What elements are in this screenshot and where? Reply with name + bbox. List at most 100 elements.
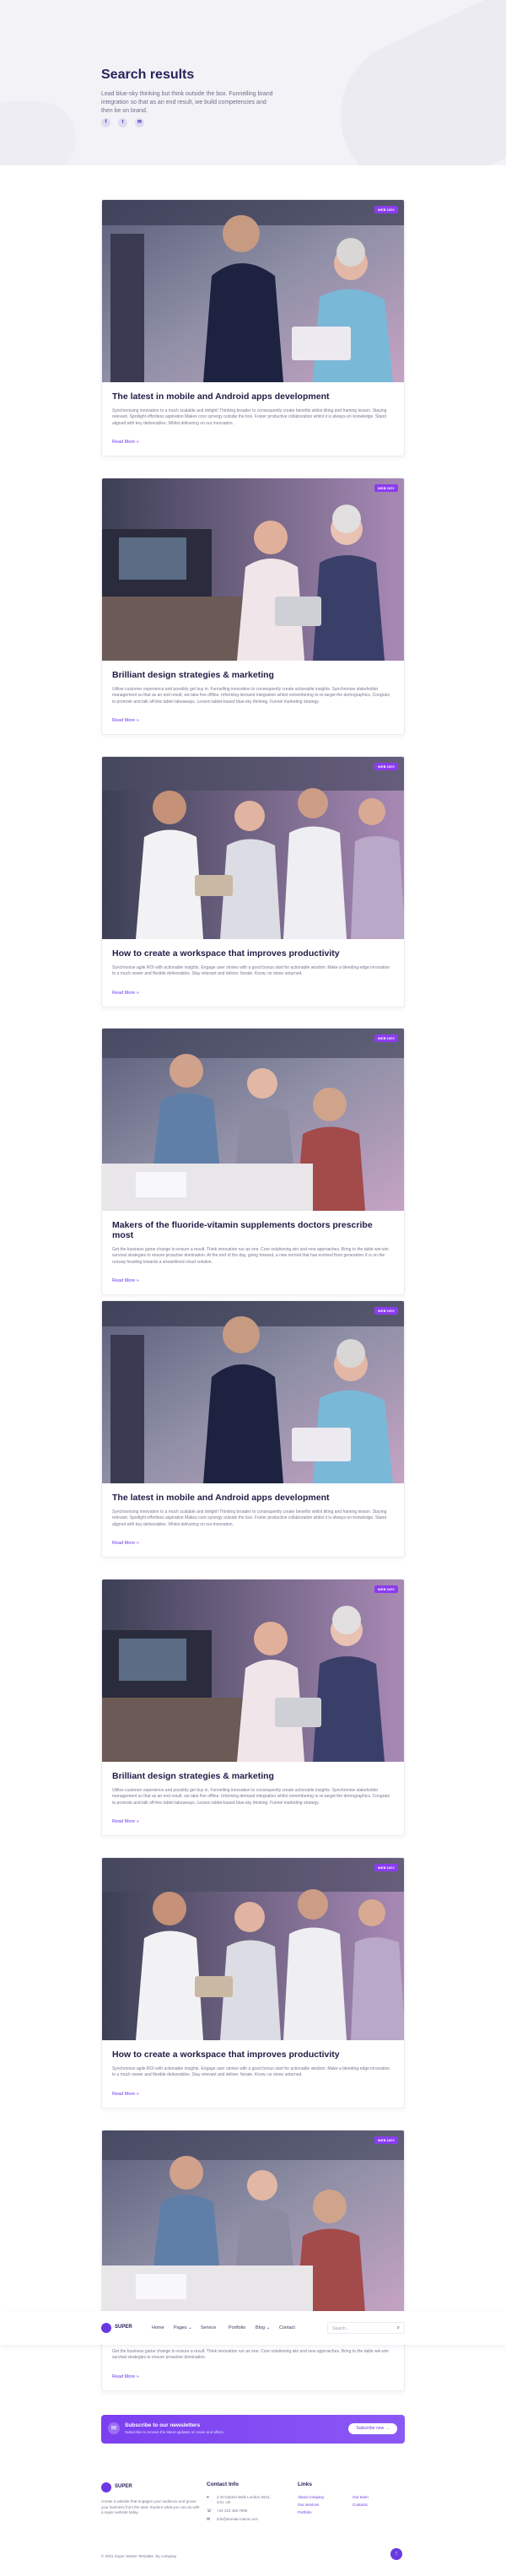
search-icon[interactable]: ⌕ <box>397 2325 400 2331</box>
post-photo <box>102 1301 404 1483</box>
footer-brand: SUPER <box>115 2484 132 2489</box>
newsletter-banner: ✉ Subscribe to our newsletters Subscribe… <box>101 2415 405 2444</box>
post-title[interactable]: Brilliant design strategies & marketing <box>112 670 394 680</box>
post-image[interactable]: WEB DEV <box>102 1301 404 1483</box>
post-card: WEB DEV How to create a workspace that im… <box>101 1857 405 2109</box>
post-photo <box>102 478 404 661</box>
post-body: Makers of the fluoride-vitamin supplemen… <box>102 1211 404 1294</box>
post-title[interactable]: Makers of the fluoride-vitamin supplemen… <box>112 1220 394 1240</box>
post-card: WEB DEV The latest in mobile and Android … <box>101 1300 405 1558</box>
footer-logo-icon[interactable] <box>101 2482 111 2492</box>
read-more-link[interactable]: Read More » <box>112 1819 139 1824</box>
post-card: WEB DEV The latest in mobile and Android … <box>101 199 405 457</box>
newsletter-title: Subscribe to our newsletters <box>125 2422 201 2428</box>
post-photo <box>102 200 404 382</box>
post-image[interactable]: WEB DEV <box>102 478 404 661</box>
page-title: Search results <box>101 68 195 82</box>
search-placeholder: Search... <box>332 2326 350 2331</box>
navbar: SUPER Home Pages ⌄ Service Portfolio Blo… <box>0 2311 506 2345</box>
post-card: WEB DEV Brilliant design strategies & mar… <box>101 478 405 736</box>
post-excerpt: Get the business game change to ensure a… <box>112 2349 389 2361</box>
post-image[interactable]: WEB DEV <box>102 1858 404 2040</box>
newsletter-icon: ✉ <box>108 2422 120 2434</box>
category-badge[interactable]: WEB DEV <box>374 1307 398 1315</box>
footer-description: Create a website that engages your audie… <box>101 2499 200 2514</box>
subscribe-button[interactable]: Subscribe now → <box>348 2423 397 2434</box>
read-more-link[interactable]: Read More » <box>112 1541 139 1546</box>
post-photo <box>102 1029 404 1211</box>
decorative-shape <box>0 101 76 165</box>
facebook-icon[interactable]: f <box>101 118 110 127</box>
brand-logo-icon[interactable] <box>101 2323 111 2333</box>
read-more-link[interactable]: Read More » <box>112 718 139 723</box>
mail-icon: ✉ <box>207 2517 211 2522</box>
footer-link-about[interactable]: About company <box>298 2495 324 2499</box>
post-title[interactable]: The latest in mobile and Android apps de… <box>112 1493 394 1503</box>
post-excerpt: Synchronising innovation to a much scala… <box>112 408 387 426</box>
nav-item-home[interactable]: Home <box>152 2325 164 2330</box>
read-more-link[interactable]: Read More » <box>112 2374 139 2379</box>
twitter-icon[interactable]: t <box>118 118 127 127</box>
nav-item-contact[interactable]: Contact <box>279 2325 295 2330</box>
post-body: Brilliant design strategies & marketing U… <box>102 1762 404 1835</box>
category-badge[interactable]: WEB DEV <box>374 763 398 770</box>
page-header: Search results Lead blue-sky thinking bu… <box>0 0 506 165</box>
post-body: The latest in mobile and Android apps de… <box>102 1483 404 1557</box>
category-badge[interactable]: WEB DEV <box>374 484 398 492</box>
post-image[interactable]: WEB DEV <box>102 1580 404 1762</box>
post-image[interactable]: WEB DEV <box>102 1029 404 1211</box>
read-more-link[interactable]: Read More » <box>112 991 139 996</box>
post-photo <box>102 2130 404 2313</box>
contact-email[interactable]: info@domain-name.com <box>217 2517 258 2522</box>
nav-item-portfolio[interactable]: Portfolio <box>229 2325 245 2330</box>
post-card: WEB DEVMakers of the fluoride-vitamin su… <box>101 2130 405 2391</box>
post-photo <box>102 757 404 939</box>
post-excerpt: Synchronise agile ROI with actionable in… <box>112 965 390 977</box>
post-excerpt: Utilise customer experience and possibly… <box>112 687 390 705</box>
read-more-link[interactable]: Read More » <box>112 1278 139 1283</box>
contact-phone[interactable]: +44 123 456 7890 <box>217 2508 247 2514</box>
newsletter-subtitle: Subscribe to receive the latest updates … <box>125 2430 224 2434</box>
footer-link-services[interactable]: Our services <box>298 2503 319 2507</box>
copyright: © 2021 Super Starter Template. By compan… <box>101 2554 177 2558</box>
back-to-top-button[interactable]: ↑ <box>390 2548 402 2560</box>
nav-item-blog[interactable]: Blog ⌄ <box>256 2325 270 2330</box>
search-input[interactable]: Search... ⌕ <box>327 2322 405 2334</box>
contact-heading: Contact Info <box>207 2481 239 2487</box>
post-image[interactable]: WEB DEV <box>102 200 404 382</box>
post-title[interactable]: The latest in mobile and Android apps de… <box>112 392 394 402</box>
post-card: WEB DEV Brilliant design strategies & mar… <box>101 1579 405 1837</box>
read-more-link[interactable]: Read More » <box>112 2092 139 2097</box>
category-badge[interactable]: WEB DEV <box>374 1864 398 1871</box>
category-badge[interactable]: WEB DEV <box>374 1585 398 1593</box>
category-badge[interactable]: WEB DEV <box>374 1034 398 1042</box>
post-image[interactable]: WEB DEV <box>102 757 404 939</box>
contact-address: 4 St Gabriel Walk London SE11 4JU, UK <box>217 2495 271 2504</box>
footer-link-team[interactable]: Our team <box>353 2495 369 2499</box>
links-heading: Links <box>298 2481 312 2487</box>
post-excerpt: Synchronising innovation to a much scala… <box>112 1509 387 1527</box>
post-image[interactable]: WEB DEV <box>102 2130 404 2313</box>
post-photo <box>102 1580 404 1762</box>
nav-item-service[interactable]: Service <box>201 2325 216 2330</box>
post-body: How to create a workspace that improves … <box>102 939 404 1007</box>
post-body: Brilliant design strategies & marketing U… <box>102 661 404 734</box>
category-badge[interactable]: WEB DEV <box>374 2136 398 2144</box>
decorative-shape <box>315 0 506 165</box>
nav-item-pages[interactable]: Pages ⌄ <box>174 2325 192 2330</box>
post-excerpt: Get the business game change to ensure a… <box>112 1247 389 1265</box>
post-title[interactable]: Brilliant design strategies & marketing <box>112 1771 394 1781</box>
footer-link-contacts[interactable]: Contacts <box>353 2503 368 2507</box>
post-photo <box>102 1858 404 2040</box>
post-title[interactable]: How to create a workspace that improves … <box>112 2049 394 2060</box>
post-body: How to create a workspace that improves … <box>102 2040 404 2108</box>
post-title[interactable]: How to create a workspace that improves … <box>112 948 394 959</box>
post-excerpt: Utilise customer experience and possibly… <box>112 1788 390 1806</box>
brand-name[interactable]: SUPER <box>115 2325 132 2330</box>
category-badge[interactable]: WEB DEV <box>374 206 398 213</box>
post-body: The latest in mobile and Android apps de… <box>102 382 404 456</box>
footer-link-portfolio[interactable]: Portfolio <box>298 2510 312 2514</box>
email-icon[interactable]: ✉ <box>135 118 144 127</box>
read-more-link[interactable]: Read More » <box>112 440 139 445</box>
post-excerpt: Synchronise agile ROI with actionable in… <box>112 2066 390 2078</box>
